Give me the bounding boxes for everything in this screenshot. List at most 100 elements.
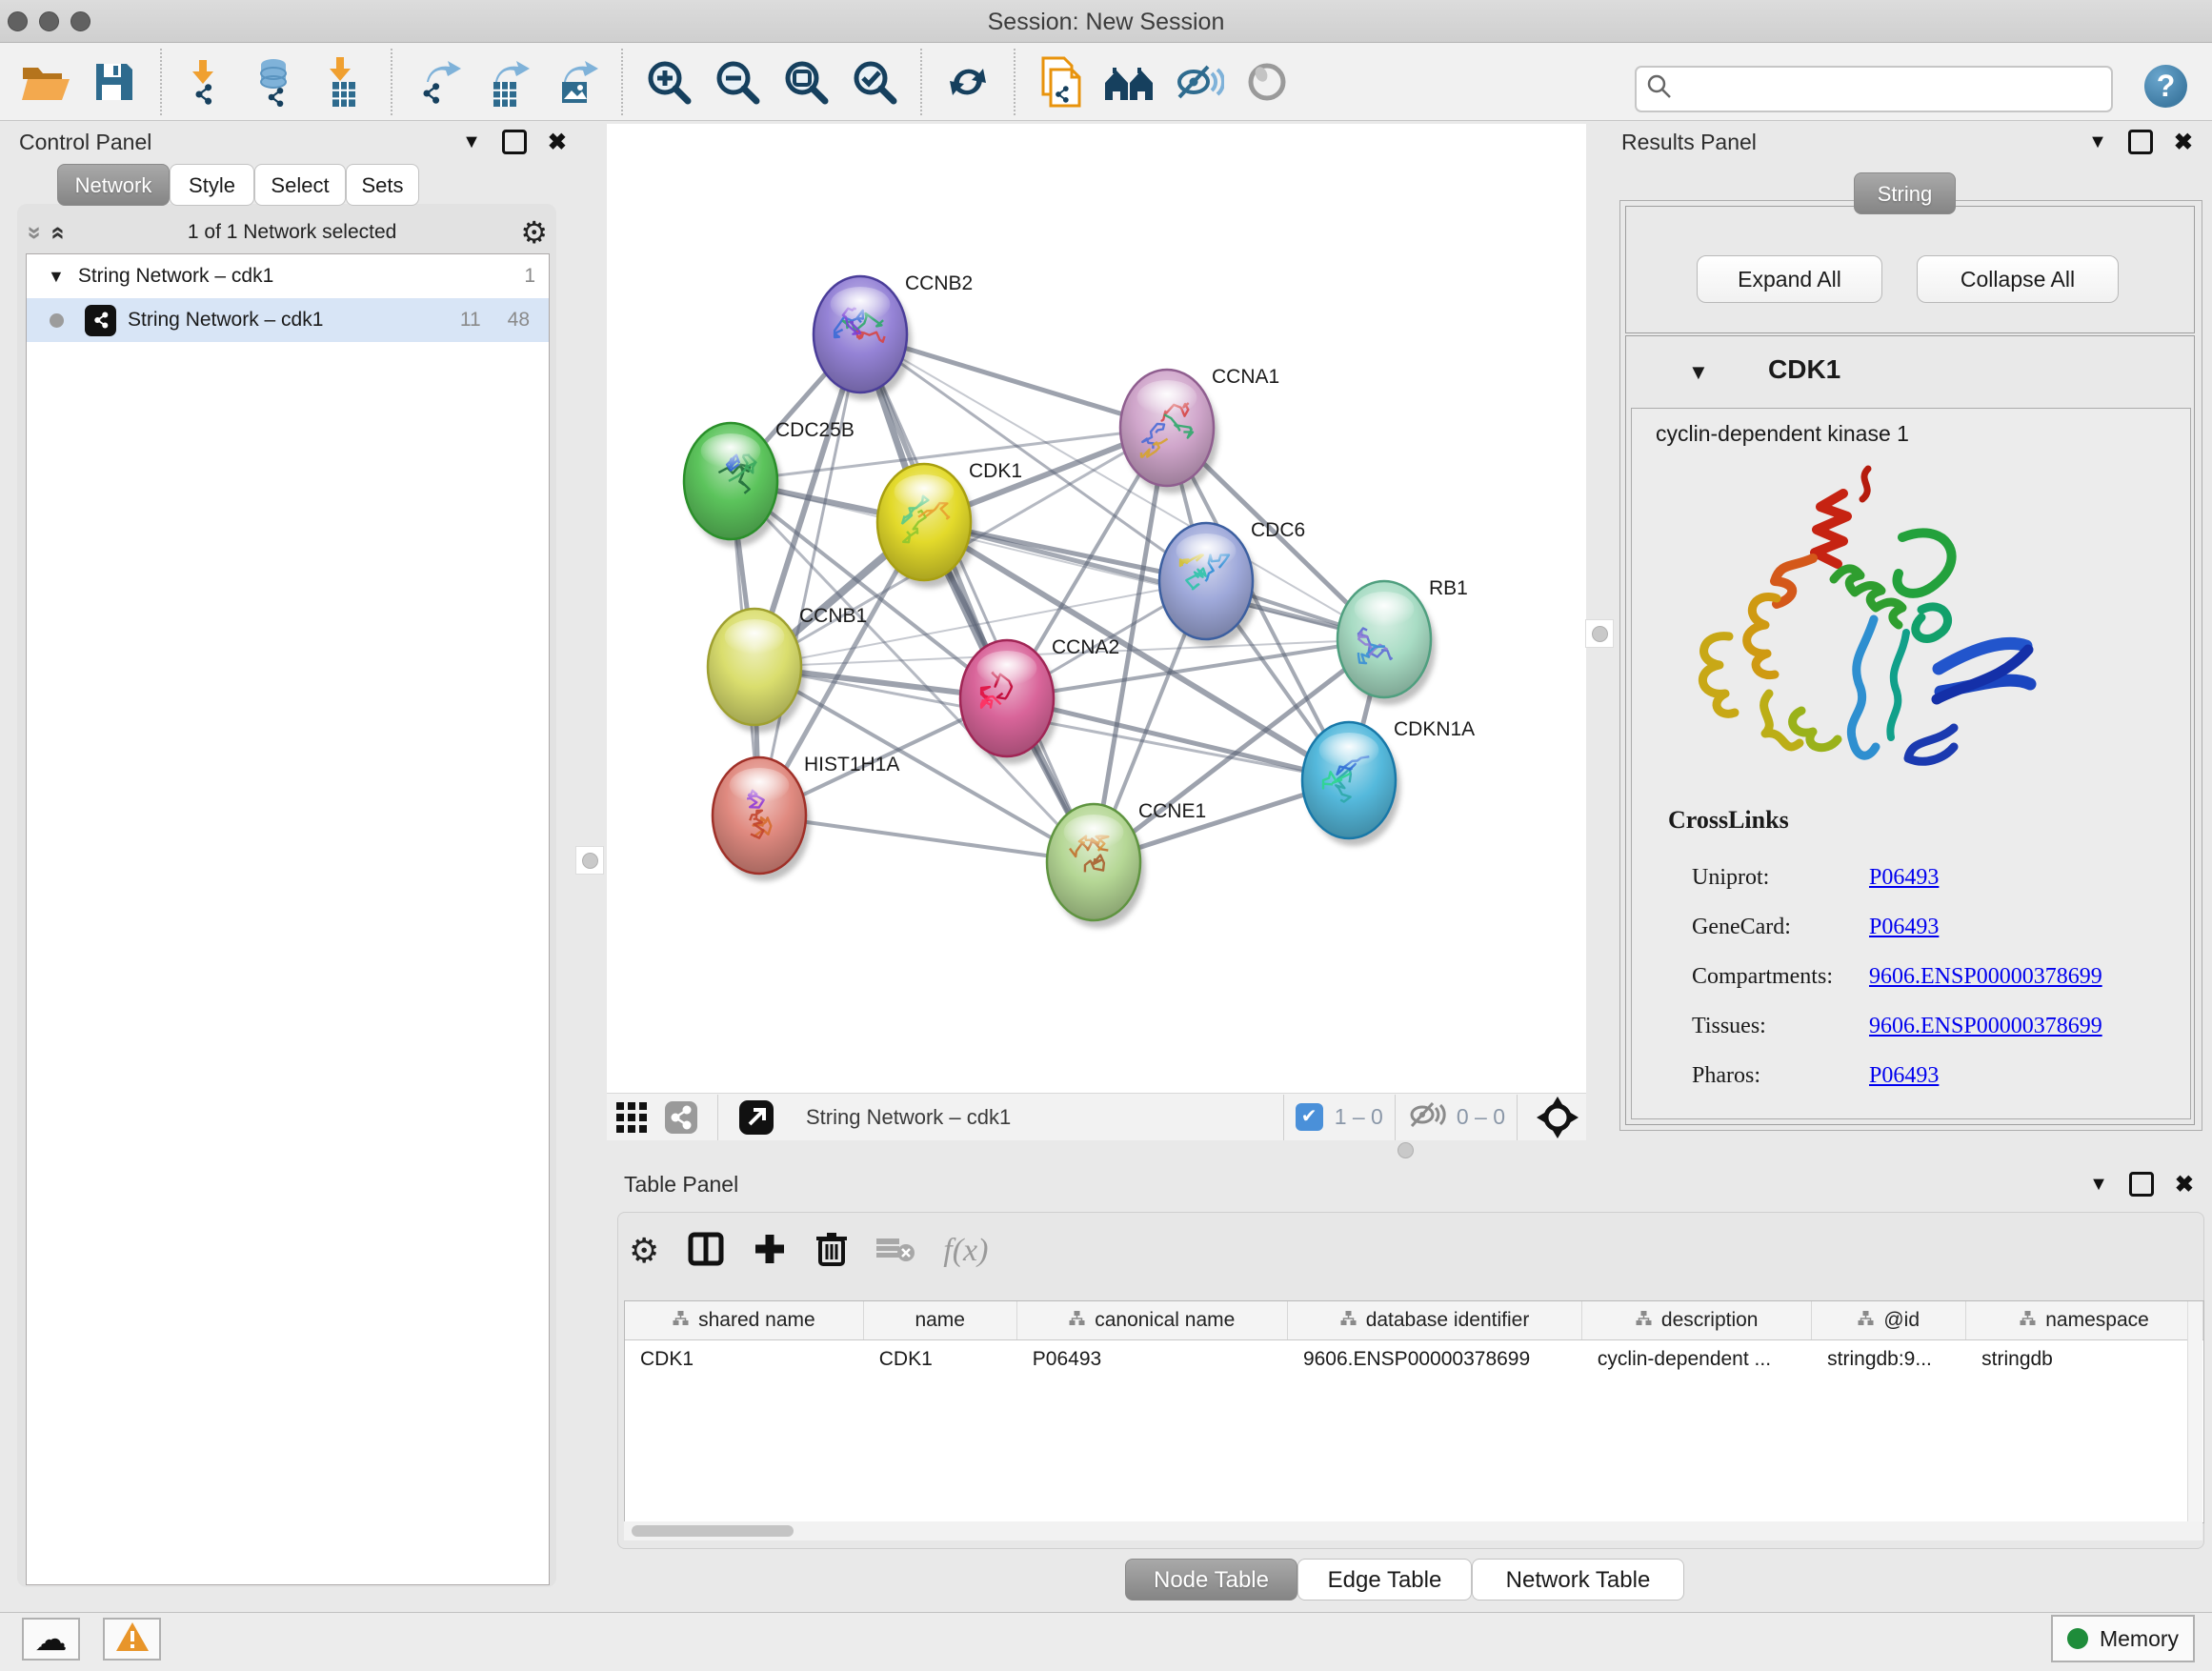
memory-button[interactable]: Memory (2051, 1615, 2195, 1662)
cell-namespace[interactable]: stringdb (1966, 1340, 2203, 1379)
gene-section-collapse-icon[interactable]: ▼ (1688, 360, 1709, 385)
add-column-plus-icon[interactable] (753, 1232, 787, 1271)
collection-expand-icon[interactable]: ▼ (48, 267, 65, 287)
node-cdc6[interactable]: CDC6 (1159, 519, 1305, 647)
zoom-in-button[interactable] (634, 52, 703, 111)
table-row[interactable]: CDK1CDK1P064939606.ENSP00000378699cyclin… (625, 1340, 2203, 1379)
network-options-gear-icon[interactable]: ⚙ (520, 214, 548, 251)
grid-view-icon[interactable] (607, 1088, 656, 1147)
node-rb1[interactable]: RB1 (1337, 577, 1468, 705)
save-session-button[interactable] (80, 52, 149, 111)
network-canvas[interactable]: CCNB2CCNA1CDC25BCDK1CDC6RB1CCNB1CCNA2CDK… (607, 124, 1586, 1093)
table-panel-float-icon[interactable] (2129, 1172, 2154, 1197)
node-ccna1[interactable]: CCNA1 (1120, 366, 1279, 493)
string-home-button[interactable] (1096, 52, 1164, 111)
tab-network[interactable]: Network (57, 164, 170, 206)
hide-panel-button[interactable] (1164, 52, 1233, 111)
zoom-out-button[interactable] (703, 52, 772, 111)
horizontal-splitter-handle[interactable] (1391, 1142, 1419, 1158)
memory-status-icon (2067, 1628, 2088, 1649)
cell-sharedname[interactable]: CDK1 (625, 1340, 864, 1379)
cell-name[interactable]: CDK1 (864, 1340, 1017, 1379)
results-panel-collapse-icon[interactable]: ▼ (2088, 131, 2107, 153)
delete-column-trash-icon[interactable] (815, 1231, 848, 1272)
open-in-new-window-icon[interactable] (730, 1088, 783, 1147)
tab-node-table[interactable]: Node Table (1125, 1559, 1297, 1601)
open-session-button[interactable] (11, 52, 80, 111)
zoom-fit-content-button[interactable] (772, 52, 840, 111)
title-bar[interactable]: Session: New Session (0, 0, 2212, 43)
table-horizontal-scrollbar[interactable] (624, 1521, 2202, 1540)
network-collection-row[interactable]: ▼ String Network – cdk1 1 (27, 254, 549, 298)
import-network-file-button[interactable] (173, 52, 242, 111)
node-cdkn1a[interactable]: CDKN1A (1302, 718, 1475, 846)
crosslink-uniprot-link[interactable]: P06493 (1869, 865, 1939, 891)
import-table-file-icon (321, 57, 369, 107)
crosslink-pharos-link[interactable]: P06493 (1869, 1063, 1939, 1089)
right-splitter-handle[interactable] (1585, 619, 1614, 648)
network-row[interactable]: String Network – cdk1 11 48 (27, 298, 549, 342)
import-network-database-button[interactable] (242, 52, 311, 111)
export-table-button[interactable] (473, 52, 541, 111)
column-header-namespace[interactable]: namespace (1966, 1301, 2203, 1339)
tab-style[interactable]: Style (170, 164, 254, 206)
node-ccna2[interactable]: CCNA2 (960, 636, 1119, 764)
string-network-icon[interactable] (656, 1088, 706, 1147)
column-header-name[interactable]: name (864, 1301, 1017, 1339)
node-ccne1[interactable]: CCNE1 (1047, 800, 1206, 928)
control-panel-collapse-icon[interactable]: ▼ (462, 131, 481, 153)
crosslink-tissues-link[interactable]: 9606.ENSP00000378699 (1869, 1014, 2102, 1039)
expand-all-networks-icon[interactable]: » (42, 226, 71, 239)
stringapp-icon (85, 305, 116, 336)
tab-sets[interactable]: Sets (346, 164, 419, 206)
search-box[interactable] (1635, 66, 2113, 112)
column-header-databaseidentifier[interactable]: database identifier (1288, 1301, 1582, 1339)
crosslink-genecard-link[interactable]: P06493 (1869, 915, 1939, 940)
tab-select[interactable]: Select (254, 164, 346, 206)
table-panel-close-icon[interactable]: ✖ (2175, 1171, 2194, 1198)
collapse-all-button[interactable]: Collapse All (1917, 255, 2119, 303)
table-vertical-scrollbar[interactable] (2187, 1301, 2202, 1521)
zoom-selected-button[interactable] (840, 52, 909, 111)
edge-CCNB2-CCNE1[interactable] (860, 334, 1094, 862)
cloud-button[interactable]: ☁ (22, 1618, 80, 1661)
results-panel-close-icon[interactable]: ✖ (2174, 129, 2193, 156)
tab-string[interactable]: String (1854, 172, 1956, 214)
search-input[interactable] (1682, 76, 2111, 103)
column-header-sharedname[interactable]: shared name (625, 1301, 864, 1339)
control-panel-float-icon[interactable] (502, 130, 527, 154)
column-header-canonicalname[interactable]: canonical name (1017, 1301, 1288, 1339)
refresh-view-button[interactable] (934, 52, 1002, 111)
results-panel-float-icon[interactable] (2128, 130, 2153, 154)
show-panel-button[interactable] (1233, 52, 1301, 111)
edge-CCNB2-HIST1H1A[interactable] (759, 334, 860, 815)
expand-all-button[interactable]: Expand All (1697, 255, 1882, 303)
import-table-file-button[interactable] (311, 52, 379, 111)
node-hist1h1a[interactable]: HIST1H1A (713, 754, 899, 881)
node-label-hist1h1a: HIST1H1A (804, 754, 899, 775)
tab-network-table[interactable]: Network Table (1472, 1559, 1684, 1601)
string-network-graph[interactable]: CCNB2CCNA1CDC25BCDK1CDC6RB1CCNB1CCNA2CDK… (607, 124, 1586, 1093)
export-network-button[interactable] (404, 52, 473, 111)
cell-id[interactable]: stringdb:9... (1812, 1340, 1966, 1379)
help-button[interactable]: ? (2144, 65, 2187, 108)
column-header-description[interactable]: description (1582, 1301, 1812, 1339)
cell-databaseidentifier[interactable]: 9606.ENSP00000378699 (1288, 1340, 1582, 1379)
tab-edge-table[interactable]: Edge Table (1297, 1559, 1472, 1601)
node-ccnb2[interactable]: CCNB2 (814, 272, 973, 400)
cell-description[interactable]: cyclin-dependent ... (1582, 1340, 1812, 1379)
control-panel-close-icon[interactable]: ✖ (548, 129, 567, 156)
export-image-button[interactable] (541, 52, 610, 111)
clone-network-button[interactable] (1027, 52, 1096, 111)
table-options-gear-icon[interactable]: ⚙ (629, 1231, 659, 1271)
warnings-button[interactable] (103, 1618, 161, 1661)
column-header-id[interactable]: @id (1812, 1301, 1966, 1339)
selected-nodes-checkbox[interactable]: ✔ (1296, 1103, 1323, 1131)
table-panel-collapse-icon[interactable]: ▼ (2089, 1174, 2108, 1196)
crosslinks-title: CrossLinks (1668, 806, 1789, 835)
show-columns-icon[interactable] (688, 1231, 724, 1272)
left-splitter-handle[interactable] (575, 846, 604, 875)
cell-canonicalname[interactable]: P06493 (1017, 1340, 1288, 1379)
crosslink-compartments-link[interactable]: 9606.ENSP00000378699 (1869, 964, 2102, 990)
fit-selected-crosshair-icon[interactable] (1529, 1088, 1586, 1147)
